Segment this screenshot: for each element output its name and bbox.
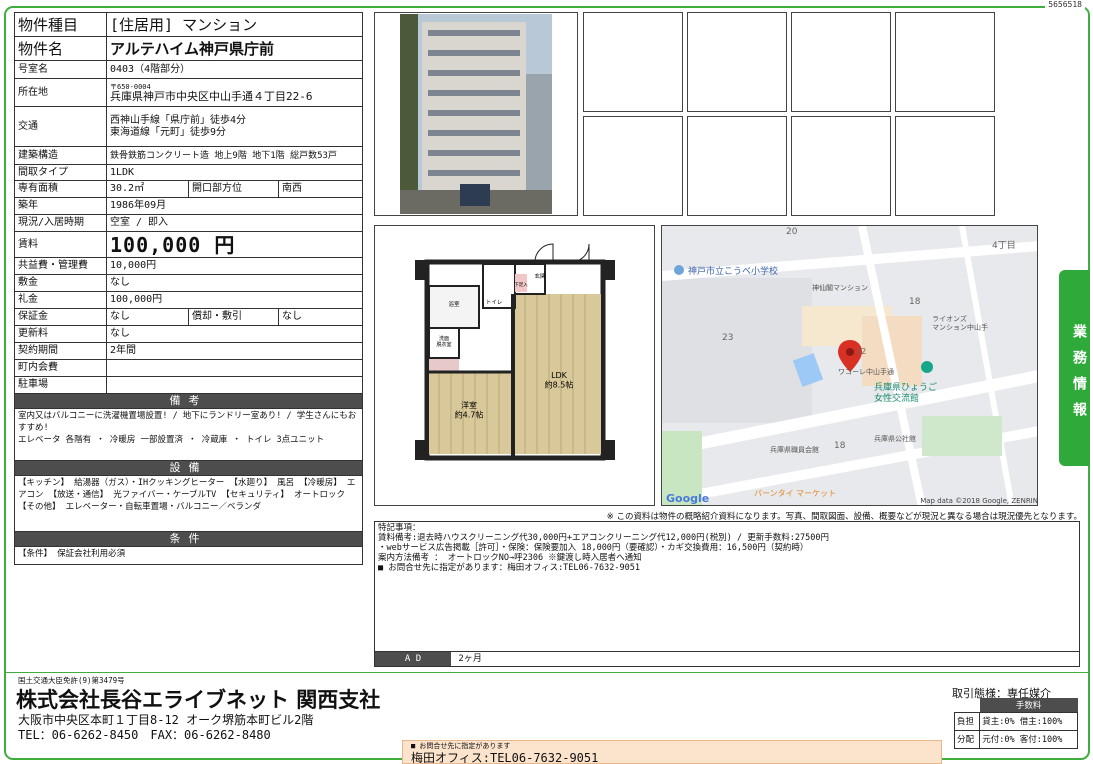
special-notes-box: 特記事項： 賃料備考:退去時ハウスクリーニング代30,000円+エアコンクリーニ… bbox=[374, 521, 1080, 667]
term-label: 契約期間 bbox=[14, 342, 107, 360]
map-n22: 22 bbox=[856, 347, 866, 356]
map-n20: 20 bbox=[786, 227, 798, 237]
status-label: 現況/入居時期 bbox=[14, 214, 107, 232]
direction-value: 南西 bbox=[278, 180, 363, 198]
room-value: 0403（4階部分） bbox=[106, 60, 363, 79]
built-label: 築年 bbox=[14, 197, 107, 215]
access-line-2: 東海道線「元町」徒歩9分 bbox=[110, 126, 227, 138]
photo-thumb-3 bbox=[791, 12, 891, 112]
map-n18b: 18 bbox=[834, 441, 846, 451]
company-name: 株式会社長谷エライブネット 関西支社 bbox=[16, 688, 381, 712]
fp-shoes: 下足入 bbox=[514, 282, 528, 288]
map-school: 神戸市立こうべ小学校 bbox=[688, 265, 778, 277]
key-money-value: 100,000円 bbox=[106, 291, 363, 309]
photo-thumb-4 bbox=[895, 12, 995, 112]
location-map[interactable]: 神戸市立こうべ小学校 神仙閣マンション ライオンズマンション中山手 ワコーレ中山… bbox=[661, 225, 1038, 506]
area-value: 30.2㎡ bbox=[106, 180, 189, 198]
document-id: 5656518 bbox=[1045, 0, 1085, 9]
burden-label: 負担 bbox=[953, 711, 981, 731]
floor-plan: 浴室 トイレ 洗面脱衣室 玄関 下足入 洋室約4.7帖 LDK 約8.5帖 bbox=[415, 243, 615, 461]
status-value: 空室 / 即入 bbox=[106, 214, 363, 232]
structure-label: 建築構造 bbox=[14, 146, 107, 165]
footer-divider bbox=[4, 672, 1090, 673]
term-value: 2年間 bbox=[106, 342, 363, 360]
access-line-1: 西神山手線「県庁前」徒歩4分 bbox=[110, 114, 247, 126]
map-office: 兵庫県職員会館 bbox=[770, 445, 819, 454]
ad-value: 2ヶ月 bbox=[458, 654, 482, 664]
fp-bath: 浴室 bbox=[448, 300, 460, 308]
fee-header: 手数料 bbox=[979, 698, 1078, 712]
amortization-value: なし bbox=[278, 308, 363, 326]
fp-entrance: 玄関 bbox=[534, 272, 546, 280]
map-n18a: 18 bbox=[909, 297, 921, 307]
parking-value bbox=[106, 376, 363, 394]
special-notes-text: 特記事項： 賃料備考:退去時ハウスクリーニング代30,000円+エアコンクリーニ… bbox=[378, 523, 829, 573]
renewal-label: 更新料 bbox=[14, 325, 107, 343]
map-n23: 23 bbox=[722, 333, 733, 343]
contact-note: ■ お問合せ先に指定があります bbox=[411, 742, 511, 750]
guarantee-value: なし bbox=[106, 308, 189, 326]
deposit-label: 敷金 bbox=[14, 274, 107, 292]
map-google-logo: Google bbox=[666, 492, 709, 505]
remarks-header: 備考 bbox=[14, 393, 363, 409]
conditions-header: 条件 bbox=[14, 531, 363, 547]
conditions-text: 【条件】 保証会社利用必須 bbox=[14, 546, 363, 565]
rent-value: 100,000 円 bbox=[106, 231, 363, 258]
map-mansion: 神仙閣マンション bbox=[812, 283, 868, 292]
guarantee-label: 保証金 bbox=[14, 308, 107, 326]
structure-value: 鉄骨鉄筋コンクリート造 地上9階 地下1階 総戸数53戸 bbox=[106, 146, 363, 165]
built-value: 1986年09月 bbox=[106, 197, 363, 215]
map-credit: Map data ©2018 Google, ZENRIN bbox=[920, 497, 1038, 505]
type-value: [住居用] マンション bbox=[106, 12, 363, 37]
burden-value: 貸主:0% 借主:100% bbox=[979, 711, 1078, 731]
photo-thumb-6 bbox=[687, 116, 787, 216]
assoc-fee-label: 町内会費 bbox=[14, 359, 107, 377]
remarks-text: 室内又はバルコニーに洗濯機置場設置! / 地下にランドリー室あり! / 学生さん… bbox=[14, 408, 363, 461]
deposit-value: なし bbox=[106, 274, 363, 292]
fee-table: 手数料 負担 貸主:0% 借主:100% 分配 元付:0% 客付:100% bbox=[953, 698, 1078, 749]
address-value: 兵庫県神戸市中央区中山手通４丁目22-6 bbox=[110, 89, 313, 103]
company-tel: TEL：06-6262-8450 FAX：06-6262-8480 bbox=[18, 728, 271, 742]
map-market: パーンタイ マーケット bbox=[754, 489, 836, 498]
map-wacore: ワコーレ中山手通 bbox=[838, 367, 894, 376]
map-park: 兵庫県公社館 bbox=[874, 434, 916, 443]
photo-thumb-8 bbox=[895, 116, 995, 216]
ad-label: A D bbox=[375, 652, 451, 666]
type-label: 物件種目 bbox=[14, 12, 107, 37]
photo-thumb-2 bbox=[687, 12, 787, 112]
key-money-label: 礼金 bbox=[14, 291, 107, 309]
fee-value: 10,000円 bbox=[106, 257, 363, 275]
business-info-tab[interactable]: 業務情報 bbox=[1059, 270, 1090, 466]
floor-plan-frame: 浴室 トイレ 洗面脱衣室 玄関 下足入 洋室約4.7帖 LDK 約8.5帖 bbox=[374, 225, 655, 506]
building-photo-frame bbox=[374, 12, 578, 216]
property-spec-table: 物件種目 [住居用] マンション 物件名 アルテハイム神戸県庁前 号室名 0403（4… bbox=[14, 12, 363, 565]
layout-label: 間取タイプ bbox=[14, 164, 107, 181]
split-label: 分配 bbox=[953, 729, 981, 749]
equipment-text: 【キッチン】 給湯器（ガス）・IHクッキングヒーター 【水廻り】 風呂 【冷暖房… bbox=[14, 475, 363, 532]
photo-thumb-5 bbox=[583, 116, 683, 216]
area-label: 専有面積 bbox=[14, 180, 107, 198]
assoc-fee-value bbox=[106, 359, 363, 377]
amortization-label: 償却・敷引 bbox=[188, 308, 279, 326]
renewal-value: なし bbox=[106, 325, 363, 343]
photo-thumb-1 bbox=[583, 12, 683, 112]
contact-office: 梅田オフィス:TEL06-7632-9051 bbox=[411, 751, 599, 764]
address-label: 所在地 bbox=[14, 78, 107, 107]
parking-label: 駐車場 bbox=[14, 376, 107, 394]
property-name: アルテハイム神戸県庁前 bbox=[106, 36, 363, 61]
layout-value: 1LDK bbox=[106, 164, 363, 181]
rent-label: 賃料 bbox=[14, 231, 107, 258]
building-photo bbox=[400, 14, 552, 214]
map-block4: 4丁目 bbox=[992, 240, 1016, 251]
contact-box: ■ お問合せ先に指定があります 梅田オフィス:TEL06-7632-9051 bbox=[402, 740, 942, 764]
name-label: 物件名 bbox=[14, 36, 107, 61]
split-value: 元付:0% 客付:100% bbox=[979, 729, 1078, 749]
room-label: 号室名 bbox=[14, 60, 107, 79]
photo-thumb-7 bbox=[791, 116, 891, 216]
fp-toilet: トイレ bbox=[486, 300, 503, 306]
access-label: 交通 bbox=[14, 106, 107, 147]
equipment-header: 設備 bbox=[14, 460, 363, 476]
fee-label: 共益費・管理費 bbox=[14, 257, 107, 275]
direction-label: 開口部方位 bbox=[188, 180, 279, 198]
